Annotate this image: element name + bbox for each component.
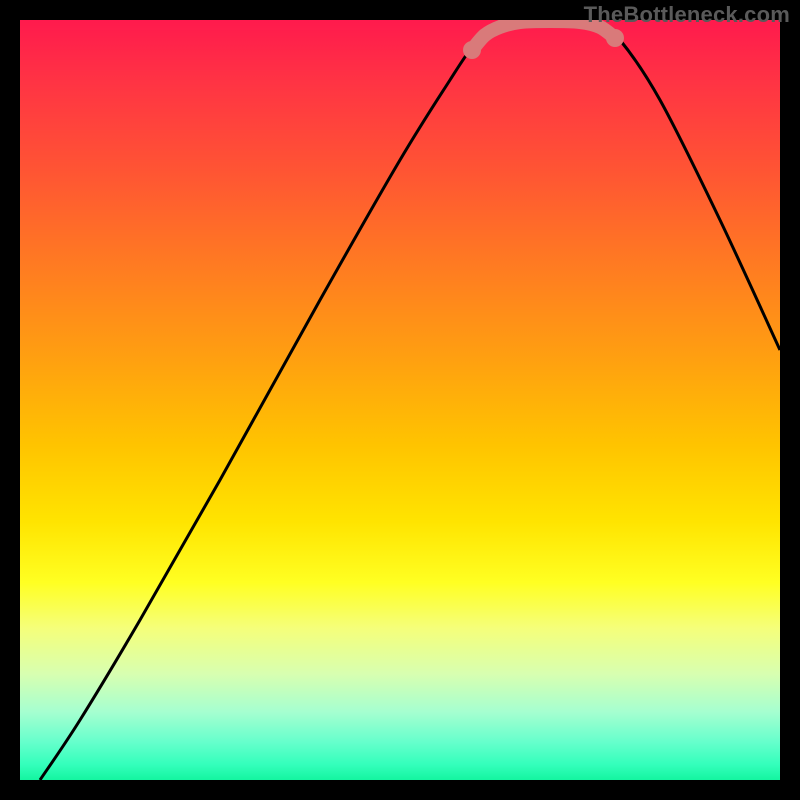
curve-svg xyxy=(20,20,780,780)
highlight-dot-right xyxy=(606,29,624,47)
watermark-text: TheBottleneck.com xyxy=(584,2,790,28)
bottleneck-curve xyxy=(40,21,780,780)
chart-frame: TheBottleneck.com xyxy=(0,0,800,800)
highlight-dot-left xyxy=(463,41,481,59)
plot-area xyxy=(20,20,780,780)
